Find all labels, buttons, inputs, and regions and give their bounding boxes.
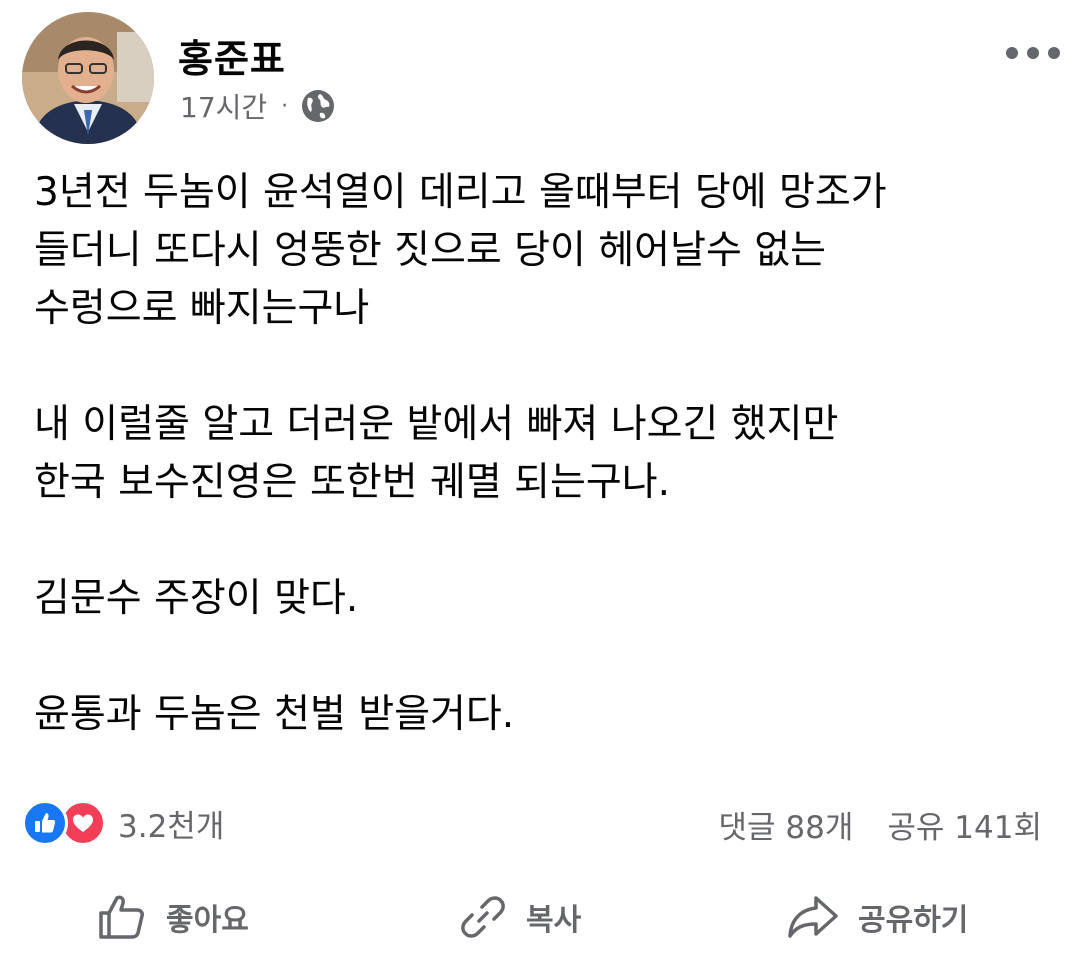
more-dot (1048, 47, 1060, 59)
like-label: 좋아요 (166, 903, 249, 938)
post-stats: 댓글 88개 공유 141회 (719, 802, 1042, 847)
more-dot (1006, 47, 1018, 59)
share-button[interactable]: 공유하기 (786, 880, 968, 954)
more-options-icon[interactable] (1006, 38, 1060, 68)
share-arrow-icon (788, 896, 838, 938)
meta-separator: · (281, 93, 289, 119)
post-meta: 17시간 · (180, 86, 336, 126)
thumbs-up-outline-icon (99, 895, 144, 939)
comment-count[interactable]: 댓글 88개 (719, 802, 854, 847)
avatar-photo (22, 12, 154, 144)
reaction-count: 3.2천개 (118, 808, 225, 845)
thumbs-up-icon (22, 800, 68, 846)
action-bar: 좋아요 복사 공유하기 (0, 880, 1080, 954)
author-avatar[interactable] (22, 12, 154, 144)
post-paragraph: 3년전 두놈이 윤석열이 데리고 올때부터 당에 망조가 들더니 또다시 엉뚱한… (34, 170, 887, 331)
link-icon (461, 896, 505, 938)
post-paragraph: 윤통과 두놈은 천벌 받을거다. (34, 692, 515, 737)
copy-link-button[interactable]: 복사 (458, 880, 581, 954)
author-name[interactable]: 홍준표 (178, 28, 286, 83)
share-count[interactable]: 공유 141회 (887, 802, 1042, 847)
post-time[interactable]: 17시간 (180, 86, 267, 126)
reaction-summary[interactable]: 3.2천개 (22, 800, 224, 846)
post-body: 3년전 두놈이 윤석열이 데리고 올때부터 당에 망조가 들더니 또다시 엉뚱한… (34, 164, 1044, 802)
globe-icon[interactable] (300, 88, 336, 124)
copy-label: 복사 (526, 903, 582, 938)
post-paragraph: 김문수 주장이 맞다. (34, 576, 359, 621)
share-label: 공유하기 (858, 903, 969, 938)
like-button[interactable]: 좋아요 (96, 880, 249, 954)
more-dot (1027, 47, 1039, 59)
post-paragraph: 내 이럴줄 알고 더러운 밭에서 빠져 나오긴 했지만 한국 보수진영은 또한번… (34, 402, 839, 505)
facebook-post: 홍준표 17시간 · 3년전 두놈이 윤석열이 데리고 올때부터 당에 망조가 … (0, 0, 1080, 975)
